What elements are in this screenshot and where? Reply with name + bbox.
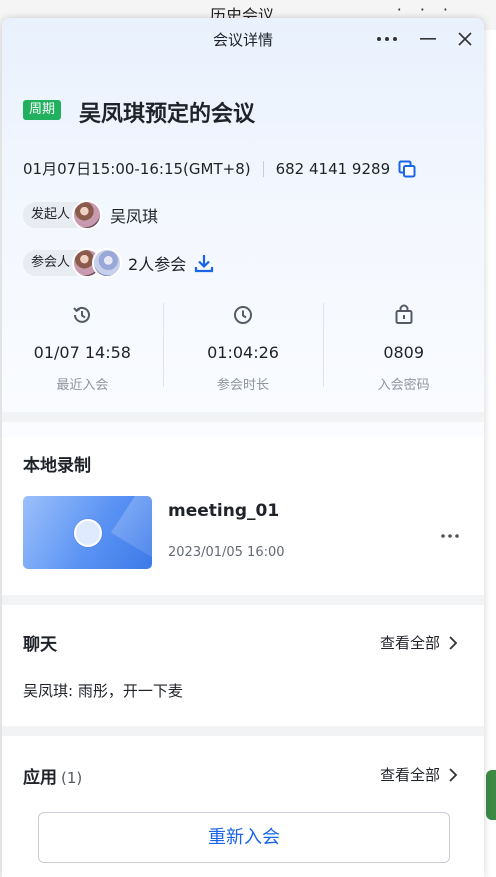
lock-bag-icon <box>395 304 413 324</box>
recording-thumbnail[interactable] <box>23 496 152 569</box>
section-divider <box>2 595 484 605</box>
stat-label: 入会密码 <box>377 378 430 393</box>
participants-count: 2人参会 <box>128 255 187 274</box>
host-avatar[interactable] <box>72 200 103 230</box>
apps-count: (1) <box>61 769 83 787</box>
apps-title: 应用 (1) <box>23 763 83 790</box>
minimize-button[interactable] <box>415 26 441 52</box>
export-participants-button[interactable] <box>194 253 214 273</box>
stat-value: 01/07 14:58 <box>33 343 131 362</box>
chat-see-all-link[interactable]: 查看全部 <box>380 632 458 653</box>
participant-avatar <box>92 248 123 278</box>
host-row: 发起人 吴凤琪 <box>23 200 158 230</box>
host-name: 吴凤琪 <box>110 207 159 226</box>
recurring-badge: 周期 <box>23 100 62 120</box>
chevron-right-icon <box>449 635 458 650</box>
section-divider <box>2 412 484 422</box>
meeting-title: 吴凤琪预定的会议 <box>79 102 256 127</box>
rejoin-button[interactable]: 重新入会 <box>38 812 450 863</box>
meeting-id: 682 4141 9289 <box>275 159 391 178</box>
stat-password: 0809 入会密码 <box>323 301 484 393</box>
history-clock-icon <box>73 306 91 323</box>
background-green-tab <box>486 770 496 820</box>
meeting-time-row: 01月07日15:00-16:15(GMT+8) 682 4141 9289 <box>23 158 416 179</box>
see-all-label: 查看全部 <box>379 766 440 784</box>
section-title-text: 应用 <box>23 768 57 788</box>
more-horizontal-icon <box>441 534 459 538</box>
stat-label: 最近入会 <box>56 378 109 393</box>
copy-icon <box>398 160 416 177</box>
copy-meeting-id-button[interactable] <box>398 160 416 178</box>
footer: 重新入会 <box>2 796 484 877</box>
recording-more-button[interactable] <box>440 524 460 543</box>
see-all-label: 查看全部 <box>379 634 440 652</box>
more-horizontal-icon <box>377 37 397 41</box>
meeting-details-dialog: 会议详情 周期 吴凤琪预定的会议 01月07日15:00-16:15(GMT+8… <box>2 18 484 877</box>
participants-row[interactable]: 参会人 2人参会 <box>23 248 214 278</box>
meeting-time: 01月07日15:00-16:15(GMT+8) <box>23 160 251 178</box>
chat-last-message: 吴凤琪: 雨彤，开一下麦 <box>23 682 183 700</box>
section-title-text: 本地录制 <box>23 456 91 476</box>
background-window-controls: ··· <box>396 0 466 19</box>
recording-date: 2023/01/05 16:00 <box>168 545 285 560</box>
thumbnail-decoration <box>111 496 152 569</box>
record-icon <box>74 519 102 547</box>
divider <box>262 160 264 177</box>
stat-label: 参会时长 <box>217 378 270 393</box>
stat-value: 0809 <box>383 343 425 362</box>
meeting-stats: 01/07 14:58 最近入会 01:04:26 参会时长 0809 入会密码 <box>2 301 484 393</box>
stat-value: 01:04:26 <box>207 343 279 362</box>
title-bar: 会议详情 <box>2 18 484 60</box>
more-options-button[interactable] <box>374 26 400 52</box>
section-title-text: 聊天 <box>23 635 57 655</box>
minimize-icon <box>420 38 436 40</box>
download-icon <box>195 255 214 273</box>
close-button[interactable] <box>452 26 478 52</box>
stat-duration: 01:04:26 参会时长 <box>162 301 324 393</box>
apps-see-all-link[interactable]: 查看全部 <box>380 764 458 785</box>
chevron-right-icon <box>449 767 458 782</box>
stat-last-join: 01/07 14:58 最近入会 <box>2 301 163 393</box>
local-recording-title: 本地录制 <box>23 451 91 478</box>
recording-file-name[interactable]: meeting_01 <box>168 501 279 521</box>
section-divider <box>2 726 484 736</box>
chat-title: 聊天 <box>23 630 57 657</box>
window-title: 会议详情 <box>212 31 273 49</box>
clock-icon <box>234 306 252 324</box>
close-icon <box>458 32 472 46</box>
